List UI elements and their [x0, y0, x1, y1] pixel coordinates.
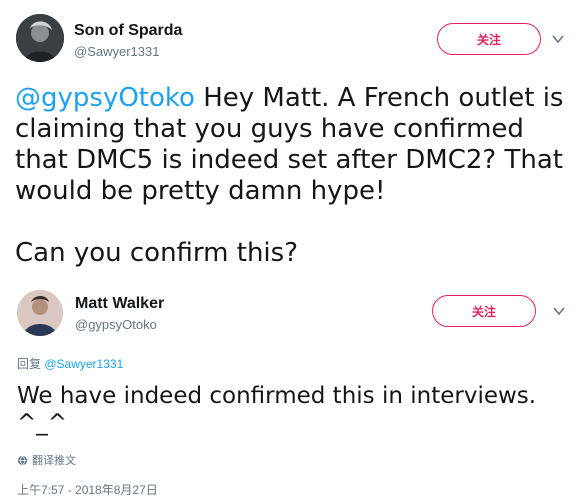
reply-chevron-down-icon[interactable]	[551, 303, 567, 319]
tweet-question: Can you confirm this?	[15, 238, 298, 268]
tweet-text: @gypsyOtoko Hey Matt. A French outlet is…	[15, 83, 567, 269]
reply-text: We have indeed confirmed this in intervi…	[17, 383, 537, 436]
replying-prefix: 回复	[17, 357, 42, 371]
reply-author-name[interactable]: Matt Walker	[75, 295, 164, 313]
globe-icon	[17, 455, 28, 465]
avatar-son-of-sparda[interactable]	[16, 14, 64, 62]
translate-tweet[interactable]: 翻译推文	[17, 452, 76, 468]
author-name[interactable]: Son of Sparda	[74, 22, 182, 40]
mention-link[interactable]: @gypsyOtoko	[15, 83, 195, 113]
replying-to-mention[interactable]: @Sawyer1331	[44, 357, 123, 371]
translate-label[interactable]: 翻译推文	[32, 452, 76, 468]
author-handle[interactable]: @Sawyer1331	[74, 44, 159, 59]
reply-author-handle[interactable]: @gypsyOtoko	[75, 317, 157, 332]
reply-follow-button[interactable]: 关注	[432, 295, 536, 327]
chevron-down-icon[interactable]	[550, 31, 566, 47]
avatar-matt-walker[interactable]	[17, 290, 63, 336]
follow-button[interactable]: 关注	[437, 23, 541, 55]
timestamp[interactable]: 上午7:57 - 2018年8月27日	[17, 481, 158, 498]
replying-to: 回复 @Sawyer1331	[17, 355, 123, 372]
